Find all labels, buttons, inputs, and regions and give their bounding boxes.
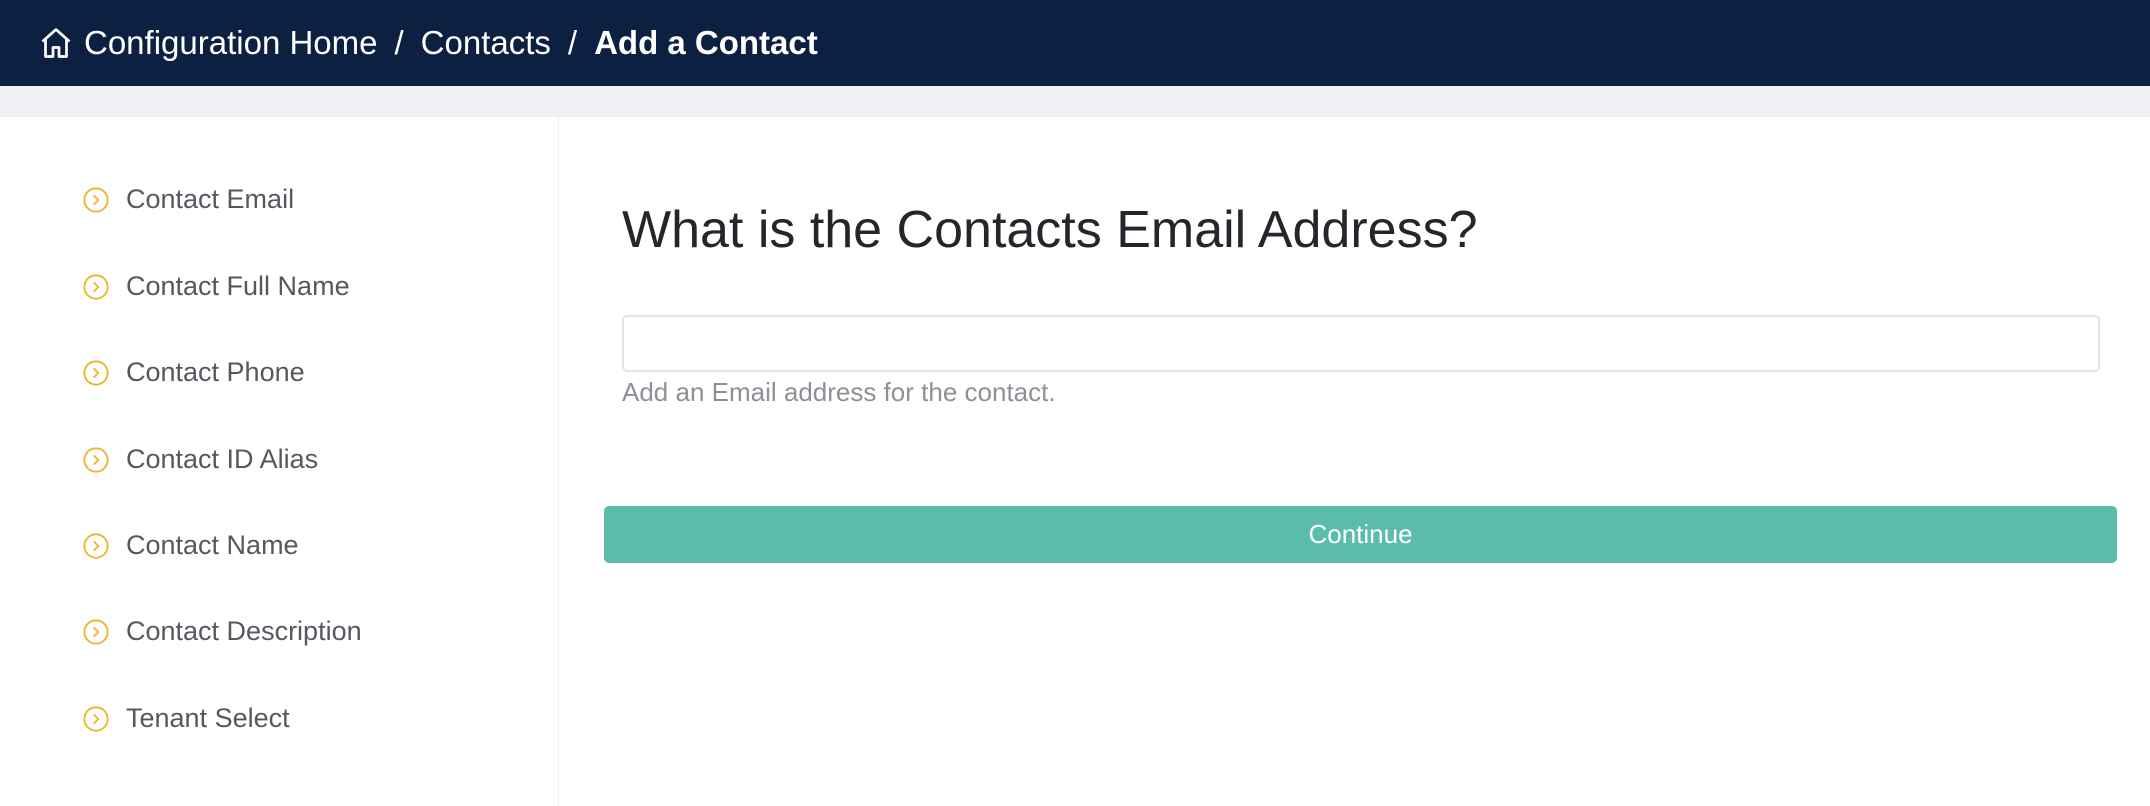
breadcrumb-configuration-home[interactable]: Configuration Home	[84, 24, 378, 62]
sidebar-item-contact-name[interactable]: Contact Name	[82, 530, 299, 561]
chevron-circle-icon	[82, 618, 110, 646]
sidebar-item-contact-description[interactable]: Contact Description	[82, 616, 362, 647]
sidebar-item-label: Contact Full Name	[126, 271, 350, 301]
email-field[interactable]	[622, 315, 2100, 372]
sidebar-item-contact-full-name[interactable]: Contact Full Name	[82, 271, 350, 302]
sidebar-item-label: Tenant Select	[126, 703, 290, 733]
email-help-text: Add an Email address for the contact.	[622, 377, 1056, 407]
breadcrumb-contacts[interactable]: Contacts	[421, 24, 551, 62]
sidebar-item-label: Contact Description	[126, 616, 362, 646]
sidebar-item-label: Contact Email	[126, 184, 295, 214]
home-icon[interactable]	[38, 25, 74, 61]
chevron-circle-icon	[82, 273, 110, 301]
sidebar-item-contact-id-alias[interactable]: Contact ID Alias	[82, 444, 318, 475]
continue-button[interactable]: Continue	[604, 506, 2117, 563]
sidebar-item-label: Contact ID Alias	[126, 444, 319, 474]
chevron-circle-icon	[82, 446, 110, 474]
chevron-circle-icon	[82, 359, 110, 387]
page-title: What is the Contacts Email Address?	[622, 201, 1478, 259]
sub-header-strip	[0, 86, 2150, 117]
steps-sidebar: Contact Email Contact Full Name Contact …	[0, 117, 559, 806]
sidebar-item-label: Contact Phone	[126, 357, 305, 387]
chevron-circle-icon	[82, 186, 110, 214]
chevron-circle-icon	[82, 705, 110, 733]
sidebar-item-tenant-select[interactable]: Tenant Select	[82, 703, 290, 734]
breadcrumb-separator: /	[567, 24, 578, 61]
chevron-circle-icon	[82, 532, 110, 560]
sidebar-item-contact-email[interactable]: Contact Email	[82, 184, 294, 215]
breadcrumb-separator: /	[394, 24, 404, 61]
sidebar-item-label: Contact Name	[126, 530, 299, 560]
breadcrumb-add-contact: Add a Contact	[594, 24, 818, 61]
top-navigation-bar: Configuration Home / Contacts / Add a Co…	[0, 0, 2150, 86]
sidebar-item-contact-phone[interactable]: Contact Phone	[82, 357, 305, 388]
